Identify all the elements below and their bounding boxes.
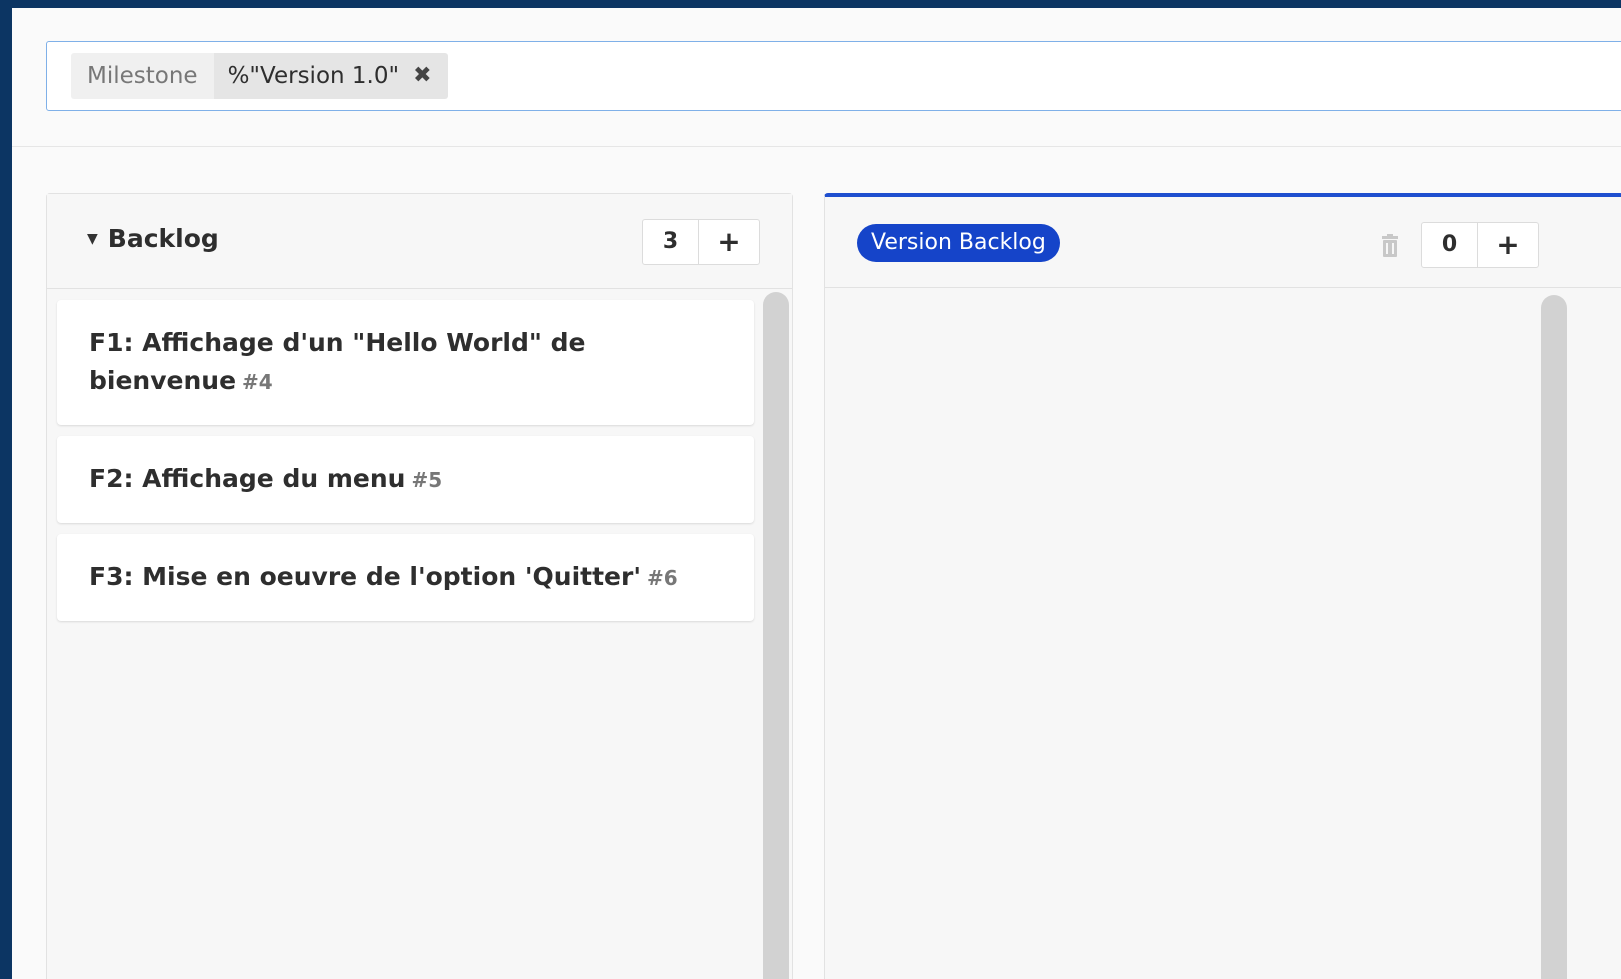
filter-bar: Milestone %"Version 1.0" ✖ bbox=[12, 8, 1621, 147]
issue-number: #6 bbox=[647, 566, 678, 590]
add-issue-button[interactable]: + bbox=[699, 220, 759, 264]
add-issue-button[interactable]: + bbox=[1478, 223, 1538, 267]
issue-number: #4 bbox=[242, 370, 273, 394]
filter-token[interactable]: Milestone %"Version 1.0" ✖ bbox=[71, 53, 448, 99]
caret-down-icon[interactable]: ▼ bbox=[87, 231, 98, 247]
list-label-badge[interactable]: Version Backlog bbox=[857, 224, 1060, 262]
filter-token-value: %"Version 1.0" ✖ bbox=[213, 53, 448, 99]
issue-card[interactable]: F1: Affichage d'un "Hello World" de bien… bbox=[57, 300, 754, 425]
issue-count-group: 3 + bbox=[642, 219, 760, 265]
issue-title[interactable]: F2: Affichage du menu bbox=[89, 464, 405, 493]
list-header: ▼ Backlog 3 + bbox=[47, 194, 792, 289]
issue-count: 3 bbox=[643, 220, 699, 264]
filter-token-value-text: %"Version 1.0" bbox=[227, 63, 400, 89]
card-list: F1: Affichage d'un "Hello World" de bien… bbox=[57, 300, 754, 632]
list-title-text: Backlog bbox=[107, 224, 219, 253]
filter-token-key: Milestone bbox=[71, 53, 214, 99]
list-scrollbar[interactable] bbox=[1541, 295, 1567, 979]
trash-icon[interactable] bbox=[1378, 233, 1402, 259]
issue-number: #5 bbox=[411, 468, 443, 492]
issue-title[interactable]: F1: Affichage d'un "Hello World" de bien… bbox=[89, 328, 585, 395]
close-icon[interactable]: ✖ bbox=[413, 53, 431, 99]
issue-card[interactable]: F2: Affichage du menu #5 bbox=[57, 436, 754, 523]
board-page: Milestone %"Version 1.0" ✖ ▼ Backlog 3 +… bbox=[12, 8, 1621, 979]
issue-card[interactable]: F3: Mise en oeuvre de l'option 'Quitter'… bbox=[57, 534, 754, 621]
filter-search-input[interactable]: Milestone %"Version 1.0" ✖ bbox=[46, 41, 1621, 111]
list-title[interactable]: ▼ Backlog bbox=[87, 224, 219, 253]
list-scrollbar[interactable] bbox=[763, 292, 789, 979]
issue-count-group: 0 + bbox=[1421, 222, 1539, 268]
board-list-backlog: ▼ Backlog 3 + F1: Affichage d'un "Hello … bbox=[46, 193, 793, 979]
issue-title[interactable]: F3: Mise en oeuvre de l'option 'Quitter' bbox=[89, 562, 641, 591]
list-header: Version Backlog 0 + bbox=[825, 197, 1621, 288]
issue-count: 0 bbox=[1422, 223, 1478, 267]
board-list-version-backlog: Version Backlog 0 + bbox=[824, 193, 1621, 979]
